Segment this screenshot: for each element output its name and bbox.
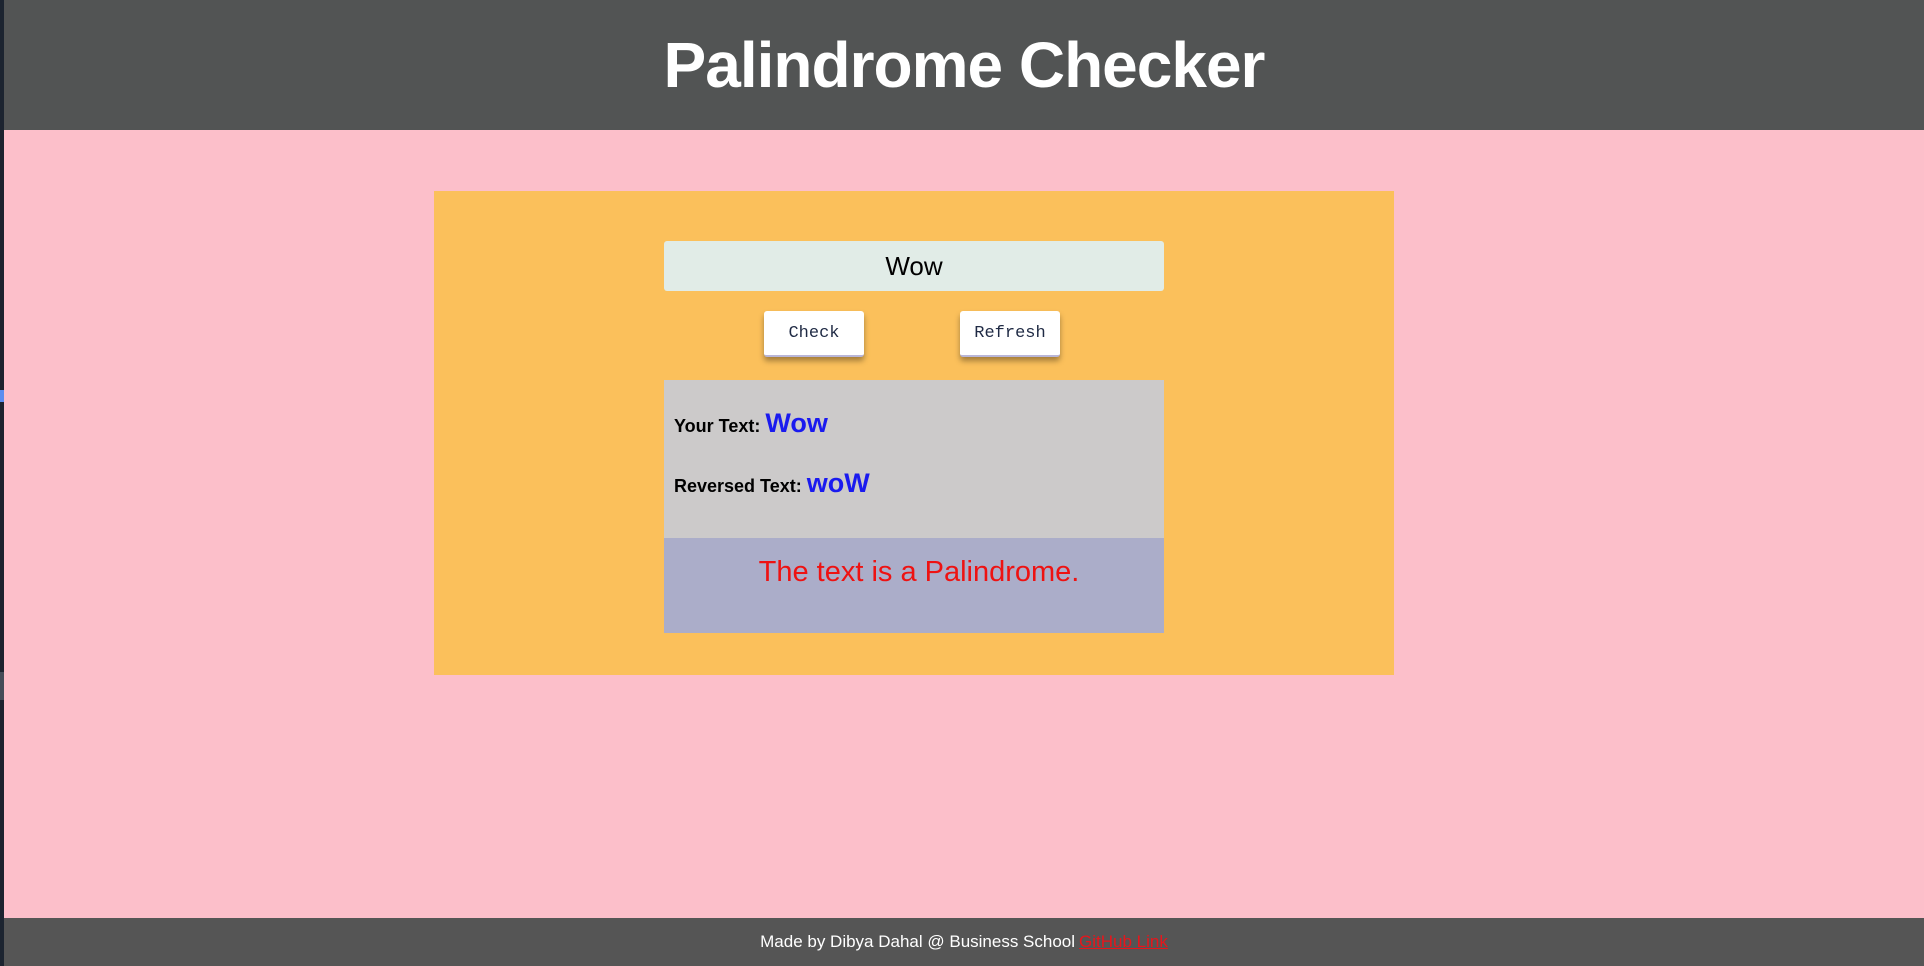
refresh-button[interactable]: Refresh	[960, 311, 1060, 357]
your-text-value: Wow	[765, 408, 828, 438]
footer-credit: Made by Dibya Dahal @ Business School	[760, 932, 1076, 951]
page: Palindrome Checker Check Refresh Your Te…	[4, 0, 1924, 966]
check-button[interactable]: Check	[764, 311, 864, 357]
page-header: Palindrome Checker	[4, 0, 1924, 130]
result-panel: Your Text: Wow Reversed Text: woW	[664, 380, 1164, 538]
page-footer: Made by Dibya Dahal @ Business School Gi…	[4, 918, 1924, 966]
text-input[interactable]	[664, 241, 1164, 291]
verdict-message: The text is a Palindrome.	[758, 556, 1080, 588]
checker-card: Check Refresh Your Text: Wow Reversed Te…	[434, 191, 1394, 675]
github-link[interactable]: GitHub Link	[1079, 932, 1168, 952]
reversed-text-value: woW	[806, 468, 870, 498]
your-text-label: Your Text:	[674, 416, 761, 436]
reversed-text-line: Reversed Text: woW	[674, 468, 870, 499]
your-text-line: Your Text: Wow	[674, 408, 828, 439]
page-title: Palindrome Checker	[663, 29, 1266, 101]
reversed-text-label: Reversed Text:	[674, 476, 802, 496]
verdict-panel: The text is a Palindrome.	[664, 538, 1164, 633]
